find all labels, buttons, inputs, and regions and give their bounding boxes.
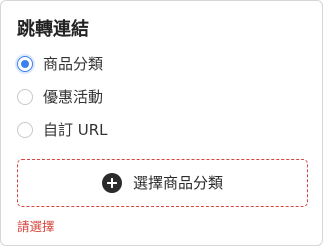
- radio-label-promotion: 優惠活動: [43, 88, 104, 106]
- radio-unselected-icon[interactable]: [17, 122, 33, 138]
- select-product-category-button[interactable]: 選擇商品分類: [17, 159, 308, 207]
- radio-selected-icon[interactable]: [17, 56, 33, 72]
- radio-option-custom-url[interactable]: 自訂 URL: [17, 118, 108, 142]
- radio-unselected-icon[interactable]: [17, 89, 33, 105]
- validation-error-message: 請選擇: [17, 219, 55, 234]
- radio-option-product-category[interactable]: 商品分類: [17, 52, 103, 76]
- link-settings-panel: 跳轉連結 商品分類 優惠活動 自訂 URL 選擇商品分類 請選擇: [0, 0, 323, 246]
- plus-circle-icon: [101, 173, 122, 193]
- radio-label-product-category: 商品分類: [43, 55, 104, 73]
- radio-label-custom-url: 自訂 URL: [43, 121, 108, 139]
- section-title: 跳轉連結: [17, 19, 89, 40]
- select-button-label: 選擇商品分類: [132, 174, 223, 192]
- radio-option-promotion[interactable]: 優惠活動: [17, 85, 103, 109]
